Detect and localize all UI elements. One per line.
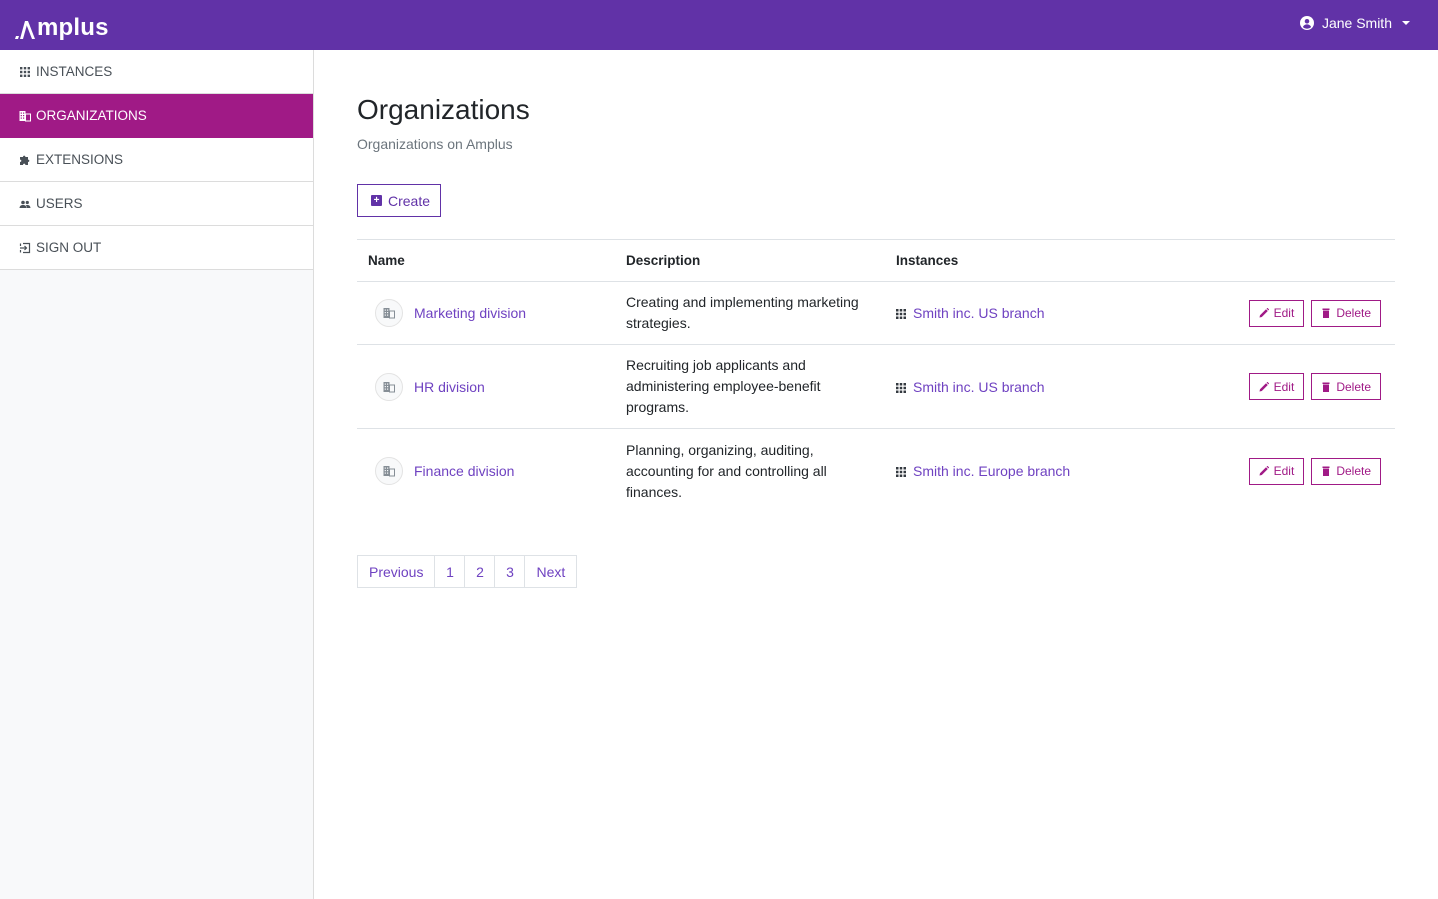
- amplus-logo-mark-icon: [15, 21, 35, 39]
- sidebar-item-sign-out[interactable]: SIGN OUT: [0, 226, 313, 270]
- table-header: Name Description Instances: [357, 240, 1395, 282]
- pencil-icon: [1259, 466, 1269, 476]
- page-title: Organizations: [357, 94, 530, 125]
- column-header-instances: Instances: [896, 253, 959, 268]
- sign-out-icon: [19, 242, 31, 254]
- edit-button[interactable]: Edit: [1248, 457, 1305, 485]
- pagination: Previous 1 2 3 Next: [357, 555, 578, 588]
- create-button[interactable]: + Create: [357, 184, 441, 217]
- table-row: Marketing division Creating and implemen…: [357, 282, 1395, 345]
- organization-avatar: [375, 299, 403, 327]
- edit-button[interactable]: Edit: [1248, 299, 1305, 327]
- sidebar-item-label: SIGN OUT: [36, 240, 102, 255]
- pagination-page-2[interactable]: 2: [465, 556, 496, 587]
- trash-icon: [1322, 308, 1330, 318]
- pagination-page-1[interactable]: 1: [435, 556, 466, 587]
- building-icon: [383, 381, 395, 392]
- organization-avatar: [375, 372, 403, 401]
- user-menu-dropdown[interactable]: Jane Smith: [1299, 15, 1410, 31]
- grid-icon: [19, 66, 31, 78]
- sidebar-item-label: INSTANCES: [36, 64, 113, 79]
- top-navbar: mplus Jane Smith: [0, 0, 1438, 50]
- instance-link[interactable]: Smith inc. Europe branch: [913, 463, 1070, 479]
- column-header-name: Name: [368, 253, 405, 268]
- puzzle-icon: [19, 154, 31, 166]
- building-icon: [19, 110, 31, 122]
- organization-description: Recruiting job applicants and administer…: [626, 357, 821, 415]
- table-row: HR division Recruiting job applicants an…: [357, 345, 1395, 429]
- users-icon: [19, 198, 31, 210]
- grid-icon: [896, 467, 906, 477]
- logo-text: mplus: [37, 14, 109, 41]
- instance-link[interactable]: Smith inc. US branch: [913, 305, 1045, 321]
- page-subtitle: Organizations on Amplus: [357, 136, 513, 152]
- organization-description: Creating and implementing marketing stra…: [626, 294, 859, 331]
- user-circle-icon: [1299, 16, 1314, 30]
- delete-button[interactable]: Delete: [1311, 373, 1381, 400]
- sidebar-item-label: ORGANIZATIONS: [36, 108, 147, 123]
- delete-button[interactable]: Delete: [1311, 457, 1381, 485]
- plus-square-icon: +: [371, 195, 382, 206]
- pagination-previous[interactable]: Previous: [358, 556, 436, 587]
- instance-link[interactable]: Smith inc. US branch: [913, 379, 1045, 395]
- organization-name-link[interactable]: HR division: [414, 379, 485, 395]
- trash-icon: [1322, 466, 1330, 476]
- sidebar-item-label: EXTENSIONS: [36, 152, 124, 167]
- sidebar-item-organizations[interactable]: ORGANIZATIONS: [0, 94, 313, 138]
- chevron-down-icon: [1402, 21, 1410, 25]
- sidebar: INSTANCES ORGANIZATIONS EXTENSIONS USERS…: [0, 50, 314, 899]
- sidebar-item-label: USERS: [36, 196, 83, 211]
- building-icon: [383, 308, 395, 319]
- building-icon: [383, 466, 395, 477]
- pagination-page-3[interactable]: 3: [495, 556, 526, 587]
- user-name: Jane Smith: [1321, 15, 1392, 31]
- grid-icon: [896, 382, 906, 393]
- amplus-logo[interactable]: mplus: [15, 12, 109, 40]
- sidebar-item-instances[interactable]: INSTANCES: [0, 50, 313, 94]
- organizations-table: Name Description Instances Marketing div…: [357, 239, 1395, 513]
- organization-name-link[interactable]: Marketing division: [414, 305, 526, 321]
- pagination-next[interactable]: Next: [525, 556, 576, 587]
- delete-button[interactable]: Delete: [1311, 299, 1381, 327]
- sidebar-item-users[interactable]: USERS: [0, 182, 313, 226]
- organization-avatar: [375, 457, 403, 485]
- edit-button[interactable]: Edit: [1248, 373, 1305, 400]
- create-button-label: Create: [388, 192, 431, 209]
- sidebar-item-extensions[interactable]: EXTENSIONS: [0, 138, 313, 182]
- trash-icon: [1322, 382, 1330, 392]
- organization-name-link[interactable]: Finance division: [414, 463, 514, 479]
- pencil-icon: [1259, 381, 1269, 391]
- table-row: Finance division Planning, organizing, a…: [357, 429, 1395, 513]
- organization-description: Planning, organizing, auditing, accounti…: [626, 441, 827, 500]
- column-header-description: Description: [626, 253, 701, 268]
- grid-icon: [896, 309, 906, 319]
- pencil-icon: [1259, 308, 1269, 318]
